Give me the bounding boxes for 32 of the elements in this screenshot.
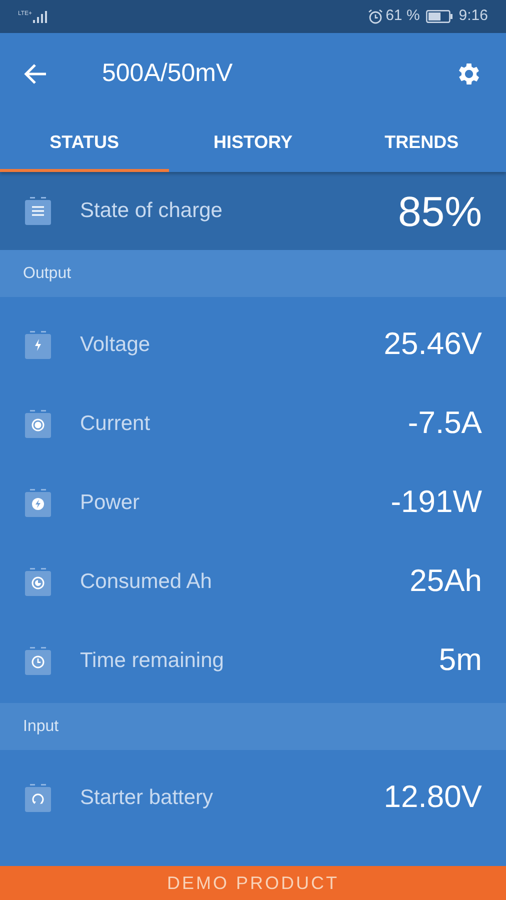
battery-icon: [24, 488, 52, 518]
section-header: Input: [0, 703, 506, 750]
row-value: 12.80V: [384, 778, 482, 816]
row-value: 25.46V: [384, 325, 482, 364]
battery-icon: [24, 408, 52, 438]
row-label: Consumed Ah: [80, 568, 213, 595]
row-label: Current: [80, 410, 152, 437]
battery-icon: [24, 782, 52, 812]
row-value: 5m: [438, 641, 482, 680]
row-label: Time remaining: [80, 648, 225, 674]
battery-icon: [24, 196, 52, 226]
section-header: Output: [0, 250, 506, 297]
row-value: -191W: [390, 483, 482, 522]
clock-time: 9:16: [458, 6, 488, 26]
battery-icon: [24, 646, 52, 676]
page-title: 500A/50mV: [102, 58, 234, 90]
row-label: Voltage: [80, 332, 152, 358]
alarm-icon: [368, 9, 383, 24]
battery-percent: 61 %: [386, 6, 420, 26]
row-label: Starter battery: [80, 784, 214, 811]
row-value: 25Ah: [410, 562, 482, 600]
signal-icon: [33, 10, 50, 22]
row-label: Power: [80, 490, 141, 516]
row-label: State of charge: [80, 198, 224, 224]
row-value: 85%: [398, 186, 482, 236]
battery-icon: [426, 10, 453, 23]
battery-icon: [24, 330, 52, 360]
battery-icon: [24, 566, 52, 596]
row-value: -7.5A: [408, 404, 482, 442]
demo-banner: DEMO PRODUCT: [0, 866, 506, 900]
tab[interactable]: TRENDS: [337, 115, 506, 172]
tab[interactable]: HISTORY: [168, 115, 338, 172]
